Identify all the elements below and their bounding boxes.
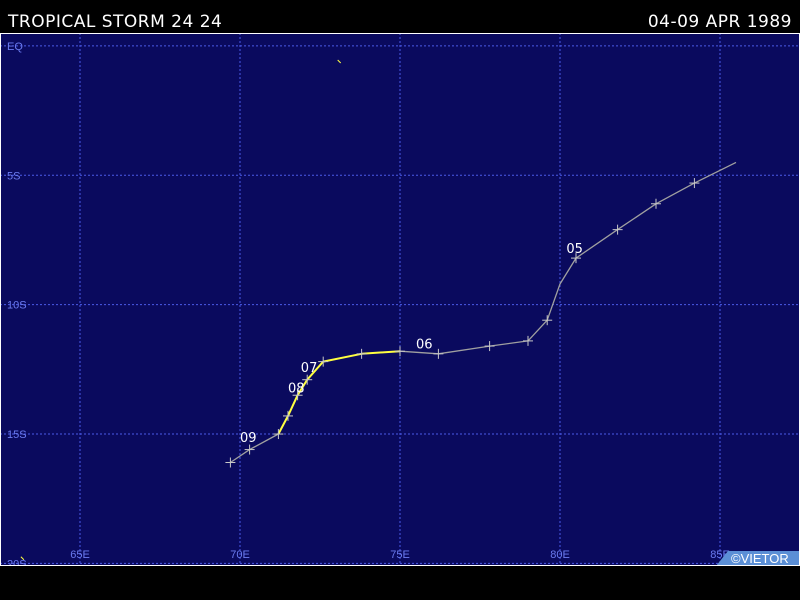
storm-title: TROPICAL STORM 24 24 [8,12,223,32]
latitude-label: 15S [7,429,27,441]
day-label: 06 [416,338,433,353]
longitude-label: 70E [230,549,250,561]
longitude-label: 65E [70,549,90,561]
day-label: 07 [301,361,318,376]
day-label: 09 [240,431,257,446]
credit-badge: ©VIETOR [716,551,800,566]
day-label: 05 [566,242,583,257]
day-label: 08 [288,382,305,397]
longitude-label: 75E [390,549,410,561]
latitude-label: 5S [7,170,20,182]
latitude-label: EQ [7,41,23,53]
latitude-label: 10S [7,300,27,312]
credit-text: ©VIETOR [731,551,789,566]
date-range: 04-09 APR 1989 [647,12,792,32]
storm-track-map: 65E70E75E80E85E90E EQ5S10S15S20S 0506070… [0,33,800,566]
longitude-label: 80E [550,549,570,561]
